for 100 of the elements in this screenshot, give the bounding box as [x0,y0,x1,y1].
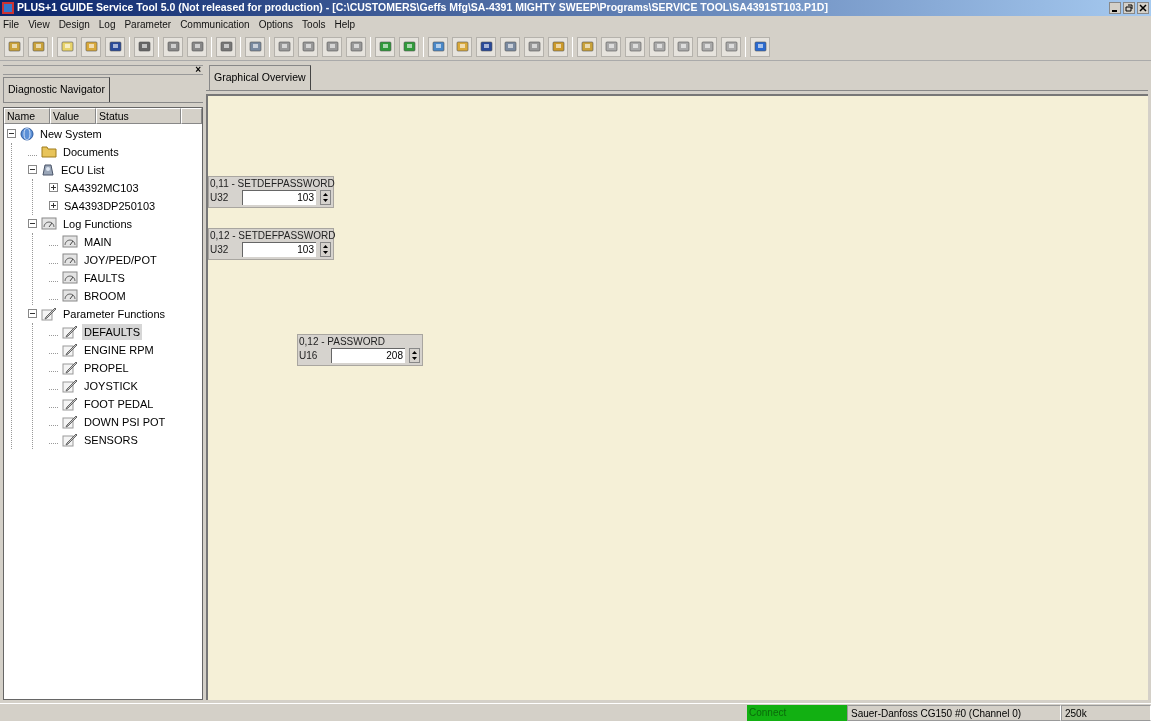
toolbar-button[interactable] [399,36,419,57]
tree-item[interactable]: PROPEL [82,359,131,376]
toolbar-button[interactable] [187,36,207,57]
collapse-toggle[interactable] [28,165,37,175]
toolbar-button[interactable] [750,36,770,57]
tree-item[interactable]: SA4392MC103 [62,179,141,196]
toolbar-button[interactable] [428,36,448,57]
toolbar-icon [604,40,618,53]
toolbar-button[interactable] [274,36,294,57]
toolbar-icon [137,40,151,53]
pencil-icon [62,432,78,447]
toolbar-button[interactable] [500,36,520,57]
tree-item[interactable]: JOYSTICK [82,377,140,394]
gauge-icon [62,235,78,249]
collapse-toggle[interactable] [28,309,37,319]
tree-item[interactable]: New System [38,125,104,142]
toolbar-button[interactable] [134,36,154,57]
menu-item[interactable]: Help [334,17,356,32]
menu-item[interactable]: Design [58,17,90,32]
toolbar-icon [190,40,204,53]
value-field[interactable]: 208 [331,347,405,363]
menu-item[interactable]: File [3,17,20,32]
spin-button[interactable] [409,347,420,363]
toolbar-button[interactable] [375,36,395,57]
folder-icon [41,145,57,159]
pencil-icon [62,378,78,393]
value-field[interactable]: 103 [242,241,316,257]
restore-button[interactable] [1123,2,1135,14]
panel-tab[interactable]: Diagnostic Navigator [3,77,110,102]
toolbar-button[interactable] [322,36,342,57]
device-status: Sauer-Danfoss CG150 #0 (Channel 0) [847,704,1061,721]
pencil-icon [62,342,78,357]
toolbar-icon [402,40,416,53]
tree-item[interactable]: BROOM [82,287,128,304]
spin-button[interactable] [320,241,331,257]
close-button[interactable] [1137,2,1149,14]
tree-item[interactable]: Log Functions [61,215,135,232]
tree-item[interactable]: SENSORS [82,431,140,448]
column-header[interactable]: Name [4,107,50,124]
toolbar-icon [166,40,180,53]
toolbar-icon [84,40,98,53]
toolbar-button[interactable] [245,36,265,57]
toolbar-icon [277,40,291,53]
tree-item[interactable]: Parameter Functions [61,305,168,322]
collapse-toggle[interactable] [7,129,16,139]
close-button[interactable]: × [193,66,203,74]
app-icon [2,2,14,14]
column-header[interactable]: Value [50,107,96,124]
expand-toggle[interactable] [49,183,58,193]
toolbar-button[interactable] [163,36,183,57]
toolbar-button[interactable] [524,36,544,57]
toolbar-button[interactable] [105,36,125,57]
down-arrow-icon [323,251,328,254]
pencil-icon [62,396,78,411]
menu-item[interactable]: Communication [180,17,250,32]
menu-item[interactable]: Log [98,17,116,32]
tree-item[interactable]: SA4393DP250103 [62,197,158,214]
tree-item[interactable]: FOOT PEDAL [82,395,156,412]
tree-item[interactable]: ENGINE RPM [82,341,156,358]
minimize-button[interactable] [1109,2,1121,14]
toolbar-icon [724,40,738,53]
collapse-toggle[interactable] [28,219,37,229]
down-arrow-icon [412,357,417,360]
tree-item[interactable]: DEFAULTS [82,323,143,340]
toolbar-button[interactable] [346,36,366,57]
toolbar-icon [431,40,445,53]
toolbar-button[interactable] [216,36,236,57]
tree-item[interactable]: JOY/PED/POT [82,251,159,268]
tree-item[interactable]: MAIN [82,233,114,250]
type-label: U16 [299,348,319,363]
plus-icon [50,184,57,192]
view-tab[interactable]: Graphical Overview [209,65,311,90]
toolbar-icon [700,40,714,53]
up-arrow-icon [323,244,328,248]
menu-item[interactable]: Tools [302,17,326,32]
expand-toggle[interactable] [49,201,58,211]
toolbar-icon [753,40,767,53]
gauge-icon [62,253,78,267]
column-header[interactable]: Status [96,107,181,124]
menu-item[interactable]: Options [258,17,294,32]
tree-item[interactable]: Documents [61,143,121,160]
toolbar-icon [31,40,45,53]
toolbar-icon [108,40,122,53]
globe-icon [20,126,34,141]
tree-item[interactable]: ECU List [59,161,107,178]
toolbar-button[interactable] [476,36,496,57]
toolbar-icon [378,40,392,53]
connect-status: Connect [747,704,847,721]
tree-item[interactable]: DOWN PSI POT [82,413,168,430]
gauge-icon [62,289,78,303]
spin-button[interactable] [320,189,331,205]
menu-item[interactable]: View [28,17,50,32]
menu-item[interactable]: Parameter [124,17,172,32]
toolbar-button[interactable] [298,36,318,57]
toolbar-icon [551,40,565,53]
toolbar-icon [580,40,594,53]
parameter-title: 0,12 - PASSWORD [299,334,386,348]
tree-item[interactable]: FAULTS [82,269,127,286]
toolbar-button[interactable] [548,36,568,57]
value-field[interactable]: 103 [242,189,316,205]
